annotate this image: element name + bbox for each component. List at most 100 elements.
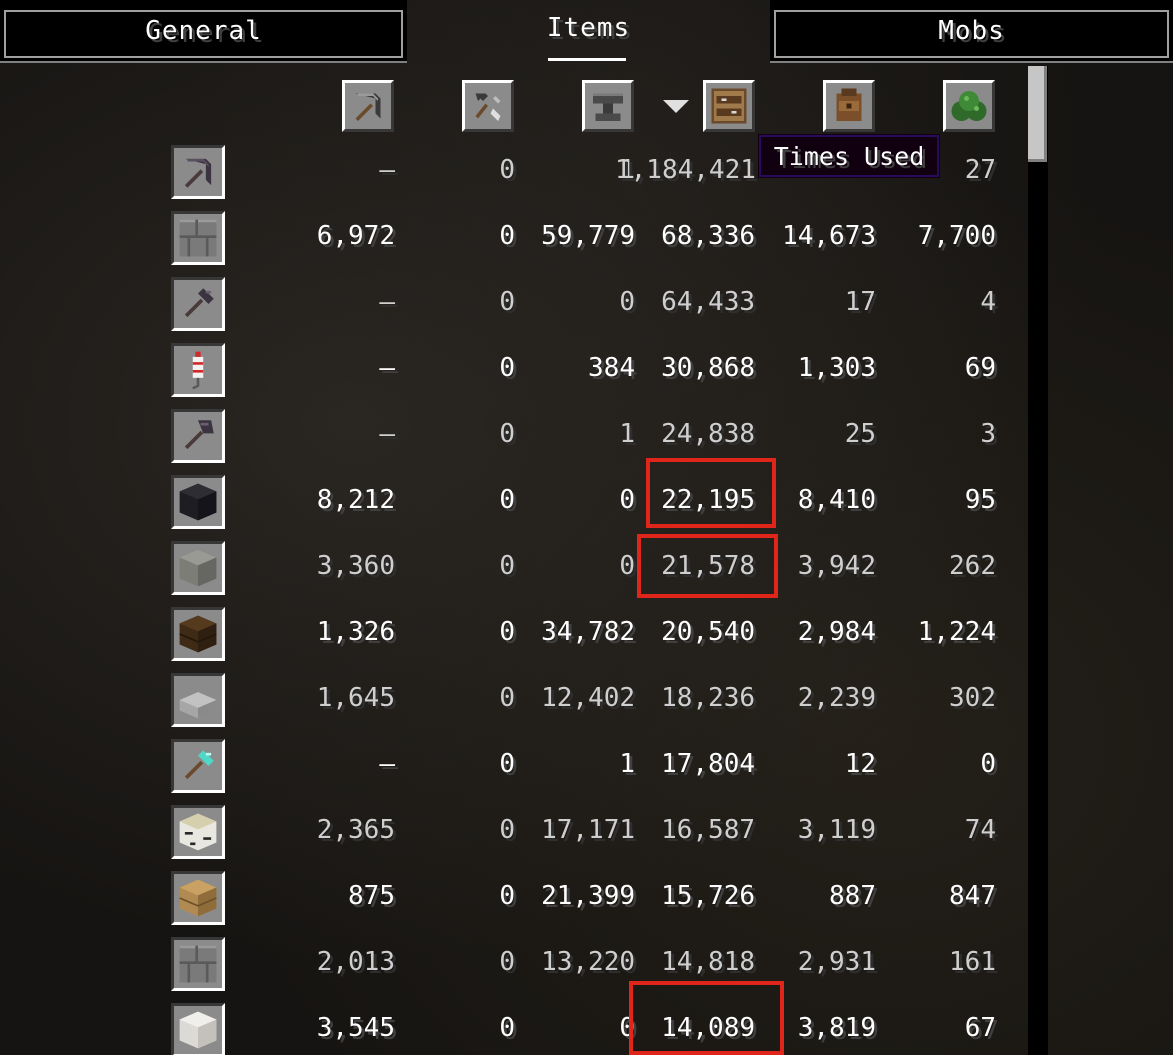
stat-cell: – bbox=[379, 749, 395, 779]
stat-cell: 68,336 bbox=[661, 221, 755, 251]
stats-tabs: General Items Mobs bbox=[0, 0, 1173, 63]
netherite-pickaxe-icon bbox=[184, 158, 212, 188]
stat-cell: – bbox=[379, 287, 395, 317]
stat-cell: 1 bbox=[619, 419, 635, 449]
column-crafted-button[interactable] bbox=[582, 80, 634, 132]
item-slot[interactable] bbox=[171, 475, 225, 529]
stat-cell: 0 bbox=[619, 287, 635, 317]
stat-cell: 2,984 bbox=[797, 617, 876, 647]
stat-cell: 17,171 bbox=[541, 815, 635, 845]
smooth-quartz-icon bbox=[179, 1011, 217, 1049]
table-row[interactable]: – 0 1 17,804 12 0 bbox=[0, 737, 1173, 803]
stat-cell: 0 bbox=[619, 485, 635, 515]
table-row[interactable]: 3,545 0 0 14,089 3,819 67 bbox=[0, 1001, 1173, 1055]
table-row[interactable]: –0 1 1,184,421 27 bbox=[0, 143, 1173, 209]
stat-cell: 2,239 bbox=[797, 683, 876, 713]
item-slot[interactable] bbox=[171, 871, 225, 925]
table-row[interactable]: 2,013 0 13,220 14,818 2,931 161 bbox=[0, 935, 1173, 1001]
stat-cell: 0 bbox=[499, 485, 515, 515]
stat-cell: 384 bbox=[588, 353, 635, 383]
firework-rocket-icon bbox=[192, 351, 204, 390]
stat-cell: 847 bbox=[949, 881, 996, 911]
column-mined-button[interactable] bbox=[342, 80, 394, 132]
stat-cell: 0 bbox=[499, 683, 515, 713]
bush-icon bbox=[951, 91, 987, 121]
stat-cell: 302 bbox=[949, 683, 996, 713]
tab-label: Mobs bbox=[938, 16, 1005, 46]
stat-cell: 0 bbox=[499, 1013, 515, 1043]
item-slot[interactable] bbox=[171, 541, 225, 595]
column-dropped-button[interactable] bbox=[943, 80, 995, 132]
stat-cell: 69 bbox=[964, 353, 996, 383]
stat-cell: 0 bbox=[499, 815, 515, 845]
table-row[interactable]: – 0 1 24,838 25 3 bbox=[0, 407, 1173, 473]
stat-cell: 161 bbox=[949, 947, 996, 977]
item-slot[interactable] bbox=[171, 937, 225, 991]
stat-cell: 25 bbox=[844, 419, 876, 449]
table-row[interactable]: 1,326 0 34,782 20,540 2,984 1,224 bbox=[0, 605, 1173, 671]
stat-cell: 12 bbox=[844, 749, 876, 779]
stat-cell: 0 bbox=[499, 155, 515, 185]
column-broken-button[interactable] bbox=[462, 80, 514, 132]
stat-cell: 59,779 bbox=[541, 221, 635, 251]
divider bbox=[770, 61, 1173, 63]
stat-cell: 14,818 bbox=[661, 947, 755, 977]
stat-cell: 1,224 bbox=[917, 617, 996, 647]
table-row[interactable]: 8,212 0 0 22,195 8,410 95 bbox=[0, 473, 1173, 539]
stat-cell: 2,931 bbox=[797, 947, 876, 977]
highlight-box bbox=[637, 534, 778, 598]
stat-cell: 0 bbox=[980, 749, 996, 779]
item-slot[interactable] bbox=[171, 1003, 225, 1055]
column-tooltip: Times Used bbox=[758, 134, 940, 178]
oak-planks-icon bbox=[179, 879, 217, 917]
stat-cell: 15,726 bbox=[661, 881, 755, 911]
table-row[interactable]: 2,365 0 17,171 16,587 3,119 74 bbox=[0, 803, 1173, 869]
stat-cell: 1,184,421 bbox=[615, 155, 756, 185]
item-slot[interactable] bbox=[171, 409, 225, 463]
item-slot[interactable] bbox=[171, 739, 225, 793]
stat-cell: 0 bbox=[499, 551, 515, 581]
stat-cell: 12,402 bbox=[541, 683, 635, 713]
backpack-icon bbox=[836, 88, 862, 121]
item-slot[interactable] bbox=[171, 211, 225, 265]
tab-label: Items bbox=[546, 13, 631, 43]
item-slot[interactable] bbox=[171, 277, 225, 331]
stat-cell: 14,673 bbox=[782, 221, 876, 251]
table-row[interactable]: 6,972 0 59,779 68,336 14,673 7,700 bbox=[0, 209, 1173, 275]
stat-cell: 74 bbox=[964, 815, 996, 845]
tab-items[interactable]: Items bbox=[407, 0, 770, 62]
dark-oak-planks-icon bbox=[179, 615, 217, 653]
sort-descending-icon bbox=[663, 100, 689, 113]
item-slot[interactable] bbox=[171, 607, 225, 661]
item-slot[interactable] bbox=[171, 805, 225, 859]
column-picked-up-button[interactable] bbox=[823, 80, 875, 132]
stat-cell: 95 bbox=[964, 485, 996, 515]
table-row[interactable]: 875 0 21,399 15,726 887 847 bbox=[0, 869, 1173, 935]
item-slot[interactable] bbox=[171, 145, 225, 199]
stat-cell: 0 bbox=[499, 287, 515, 317]
diamond-shovel-icon bbox=[184, 750, 214, 780]
stat-cell: 0 bbox=[499, 749, 515, 779]
tab-general[interactable]: General bbox=[0, 0, 407, 62]
table-row[interactable]: 1,645 0 12,402 18,236 2,239 302 bbox=[0, 671, 1173, 737]
item-slot[interactable] bbox=[171, 673, 225, 727]
stat-cell: 3 bbox=[980, 419, 996, 449]
stat-cell: – bbox=[379, 155, 395, 185]
stat-cell: 30,868 bbox=[661, 353, 755, 383]
table-row[interactable]: 3,360 0 0 21,578 3,942 262 bbox=[0, 539, 1173, 605]
stat-cell: 67 bbox=[964, 1013, 996, 1043]
pickaxe-icon bbox=[355, 93, 381, 121]
active-tab-underline bbox=[548, 58, 626, 61]
stat-cell: 8,212 bbox=[316, 485, 395, 515]
stone-bricks-icon bbox=[179, 945, 217, 983]
stat-cell: 64,433 bbox=[661, 287, 755, 317]
stat-cell: 18,236 bbox=[661, 683, 755, 713]
table-row[interactable]: – 0 0 64,433 17 4 bbox=[0, 275, 1173, 341]
stat-cell: 0 bbox=[499, 221, 515, 251]
column-used-button[interactable] bbox=[703, 80, 755, 132]
stat-cell: 0 bbox=[499, 947, 515, 977]
table-row[interactable]: – 0 384 30,868 1,303 69 bbox=[0, 341, 1173, 407]
item-slot[interactable] bbox=[171, 343, 225, 397]
tab-mobs[interactable]: Mobs bbox=[770, 0, 1173, 62]
stat-cell: – bbox=[379, 419, 395, 449]
